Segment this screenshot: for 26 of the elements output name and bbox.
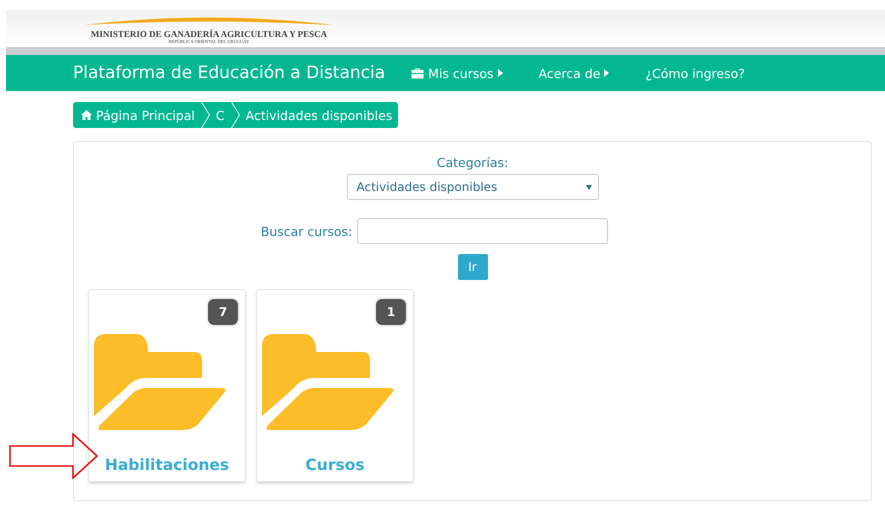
category-name[interactable]: Cursos (305, 456, 365, 474)
ministry-name: MINISTERIO DE GANADERÍA AGRICULTURA Y PESCA (90, 29, 328, 39)
breadcrumb-link[interactable]: C (216, 108, 225, 122)
category-name[interactable]: Habilitaciones (104, 456, 230, 474)
home-icon (81, 110, 92, 120)
category-card[interactable]: 7 Habilitaciones (88, 289, 246, 482)
nav-menu[interactable]: Acerca de (538, 66, 610, 80)
caret-icon (604, 69, 610, 77)
dropdown-arrow-icon (586, 184, 592, 190)
category-select[interactable]: Actividades disponibles (346, 174, 598, 200)
search-field[interactable] (357, 218, 608, 244)
chevron-icon (230, 102, 240, 128)
nav-menu[interactable]: Mis cursos (411, 66, 503, 80)
chevron-icon (200, 102, 210, 128)
category-card[interactable]: 1 Cursos (256, 289, 414, 482)
field-label: Categorías: (436, 155, 508, 170)
caret-icon (498, 69, 503, 77)
go-button[interactable]: Ir (458, 254, 488, 280)
count-badge: 1 (376, 299, 406, 325)
field-label: Buscar cursos: (260, 224, 352, 238)
site-title: Plataforma de Educación a Distancia (73, 63, 386, 83)
breadcrumb-link[interactable]: Actividades disponibles (246, 108, 392, 122)
breadcrumb-link[interactable]: Página Principal (81, 108, 195, 122)
briefcase-icon (411, 68, 424, 78)
count-badge: 7 (208, 299, 238, 325)
nav-link[interactable]: ¿Cómo ingreso? (645, 66, 745, 80)
